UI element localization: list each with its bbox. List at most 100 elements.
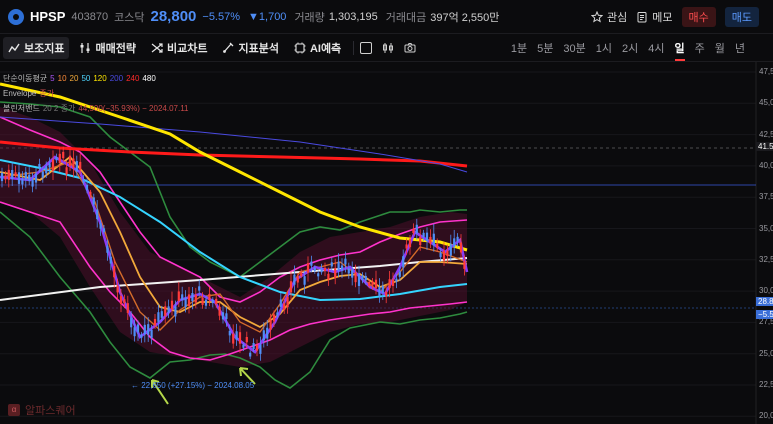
candle-body <box>198 286 201 291</box>
candle-body <box>17 172 21 184</box>
candle-body <box>21 178 24 185</box>
candle-body <box>187 294 191 307</box>
current-price: 28,800 <box>150 8 197 25</box>
timeframe-4[interactable]: 2시 <box>622 40 638 61</box>
y-tick-label: 30,000 <box>759 286 773 296</box>
ticker-symbol[interactable]: HPSP <box>30 9 65 24</box>
y-tick-label: 42,500 <box>759 129 773 139</box>
y-tick-label: 40,000 <box>759 160 773 170</box>
candle-body <box>177 291 180 301</box>
bollinger-legend-params: 20 2 종가 <box>42 104 76 113</box>
memo-button[interactable]: 메모 <box>636 9 673 25</box>
candle-body <box>109 256 112 264</box>
candle-body <box>422 232 425 237</box>
bollinger-legend-row[interactable]: 볼린저밴드 20 2 종가 44,500(−35.93%) − 2024.07.… <box>3 101 189 116</box>
candle-body <box>453 238 456 247</box>
indicators-button[interactable]: 보조지표 <box>3 36 70 59</box>
envelope-legend-row[interactable]: Envelope 종가 <box>3 86 189 101</box>
candlestick-icon[interactable] <box>382 42 394 54</box>
square-tool-icon[interactable] <box>360 41 373 54</box>
watermark-text: 알파스퀘어 <box>25 405 76 417</box>
timeframe-6[interactable]: 일 <box>674 40 685 61</box>
watchlist-label: 관심 <box>607 12 628 24</box>
buy-button[interactable]: 매수 <box>681 7 716 27</box>
camera-icon[interactable] <box>404 42 416 54</box>
candle-body <box>62 151 65 159</box>
candle-body <box>351 269 354 278</box>
candle-body <box>99 223 102 229</box>
candle-body <box>272 314 276 322</box>
indicators-label: 보조지표 <box>24 42 65 55</box>
ma-period-120: 120 <box>93 74 107 83</box>
ma-legend-row[interactable]: 단순이동평균 5 10 20 50 120 200 240 480 <box>3 71 189 86</box>
timeframe-2[interactable]: 30분 <box>563 40 585 61</box>
candle-body <box>402 256 405 268</box>
candle-body <box>215 298 218 305</box>
candle-body <box>398 271 401 277</box>
candle-body <box>286 296 289 308</box>
strategy-button[interactable]: 매매전략 <box>74 37 140 59</box>
timeframe-7[interactable]: 주 <box>695 40 705 61</box>
header-actions: 관심 메모 매수 매도 <box>591 7 759 27</box>
candle-body <box>235 331 238 340</box>
analysis-button[interactable]: 지표분석 <box>217 37 283 59</box>
candle-body <box>459 242 463 253</box>
candle-body <box>378 287 381 296</box>
timeframe-8[interactable]: 월 <box>715 40 725 61</box>
candle-body <box>113 266 116 278</box>
candle-body <box>300 272 303 277</box>
strategy-sliders-icon <box>80 42 90 53</box>
candle-body <box>55 156 58 161</box>
ma-period-240: 240 <box>126 74 140 83</box>
ai-forecast-label: AI예측 <box>309 42 342 55</box>
timeframe-1[interactable]: 5분 <box>537 40 553 61</box>
candle-body <box>354 272 357 283</box>
candle-body <box>293 274 296 285</box>
candle-body <box>249 352 252 357</box>
candle-body <box>415 224 418 234</box>
indicator-legend: 단순이동평균 5 10 20 50 120 200 240 480 Envelope 종가 볼… <box>3 71 189 116</box>
candle-body <box>296 276 299 283</box>
candle-body <box>238 332 242 344</box>
candle-body <box>65 167 68 175</box>
ai-forecast-button[interactable]: AI예측 <box>289 37 346 59</box>
candle-body <box>344 258 347 265</box>
timeframe-0[interactable]: 1분 <box>511 40 527 61</box>
compare-button[interactable]: 비교차트 <box>146 37 212 59</box>
ma-period-20: 20 <box>69 74 79 83</box>
y-tick-label: 37,500 <box>759 192 773 202</box>
ma-period-10: 10 <box>57 74 67 83</box>
timeframe-3[interactable]: 1시 <box>596 40 612 61</box>
price-chart[interactable]: ← 22,650 (+27.15%) − 2024.08.05 <box>0 62 773 424</box>
watchlist-button[interactable]: 관심 <box>591 9 627 25</box>
candle-body <box>456 236 459 242</box>
candle-body <box>7 169 10 180</box>
change-percent: −5.57% <box>202 10 241 23</box>
candle-body <box>194 294 197 303</box>
price-axis[interactable]: 47,500 45,000 42,500 40,000 37,500 35,000 32,5… <box>756 62 773 424</box>
candle-body <box>368 281 371 286</box>
y-tick-label: 20,000 <box>759 411 773 421</box>
memo-label: 메모 <box>652 12 673 24</box>
candle-body <box>75 161 78 172</box>
sell-button[interactable]: 매도 <box>724 7 759 27</box>
candle-body <box>45 166 48 174</box>
candle-body <box>140 334 143 338</box>
candle-body <box>259 344 262 354</box>
candle-body <box>147 324 150 335</box>
ma-period-list: 5 10 20 50 120 200 240 480 <box>50 71 156 86</box>
candle-body <box>228 330 231 336</box>
candle-body <box>48 163 51 168</box>
y-tick-label: 32,500 <box>759 254 773 264</box>
candle-body <box>347 268 350 274</box>
timeframe-9[interactable]: 년 <box>735 40 745 61</box>
candle-body <box>119 296 123 305</box>
y-tick-label: 22,500 <box>759 380 773 389</box>
analysis-brush-icon <box>223 42 234 53</box>
candle-body <box>96 209 99 220</box>
candle-body <box>330 262 333 267</box>
candle-body <box>150 329 153 338</box>
candle-body <box>317 273 320 277</box>
timeframe-5[interactable]: 4시 <box>648 40 664 61</box>
candle-body <box>85 184 89 191</box>
